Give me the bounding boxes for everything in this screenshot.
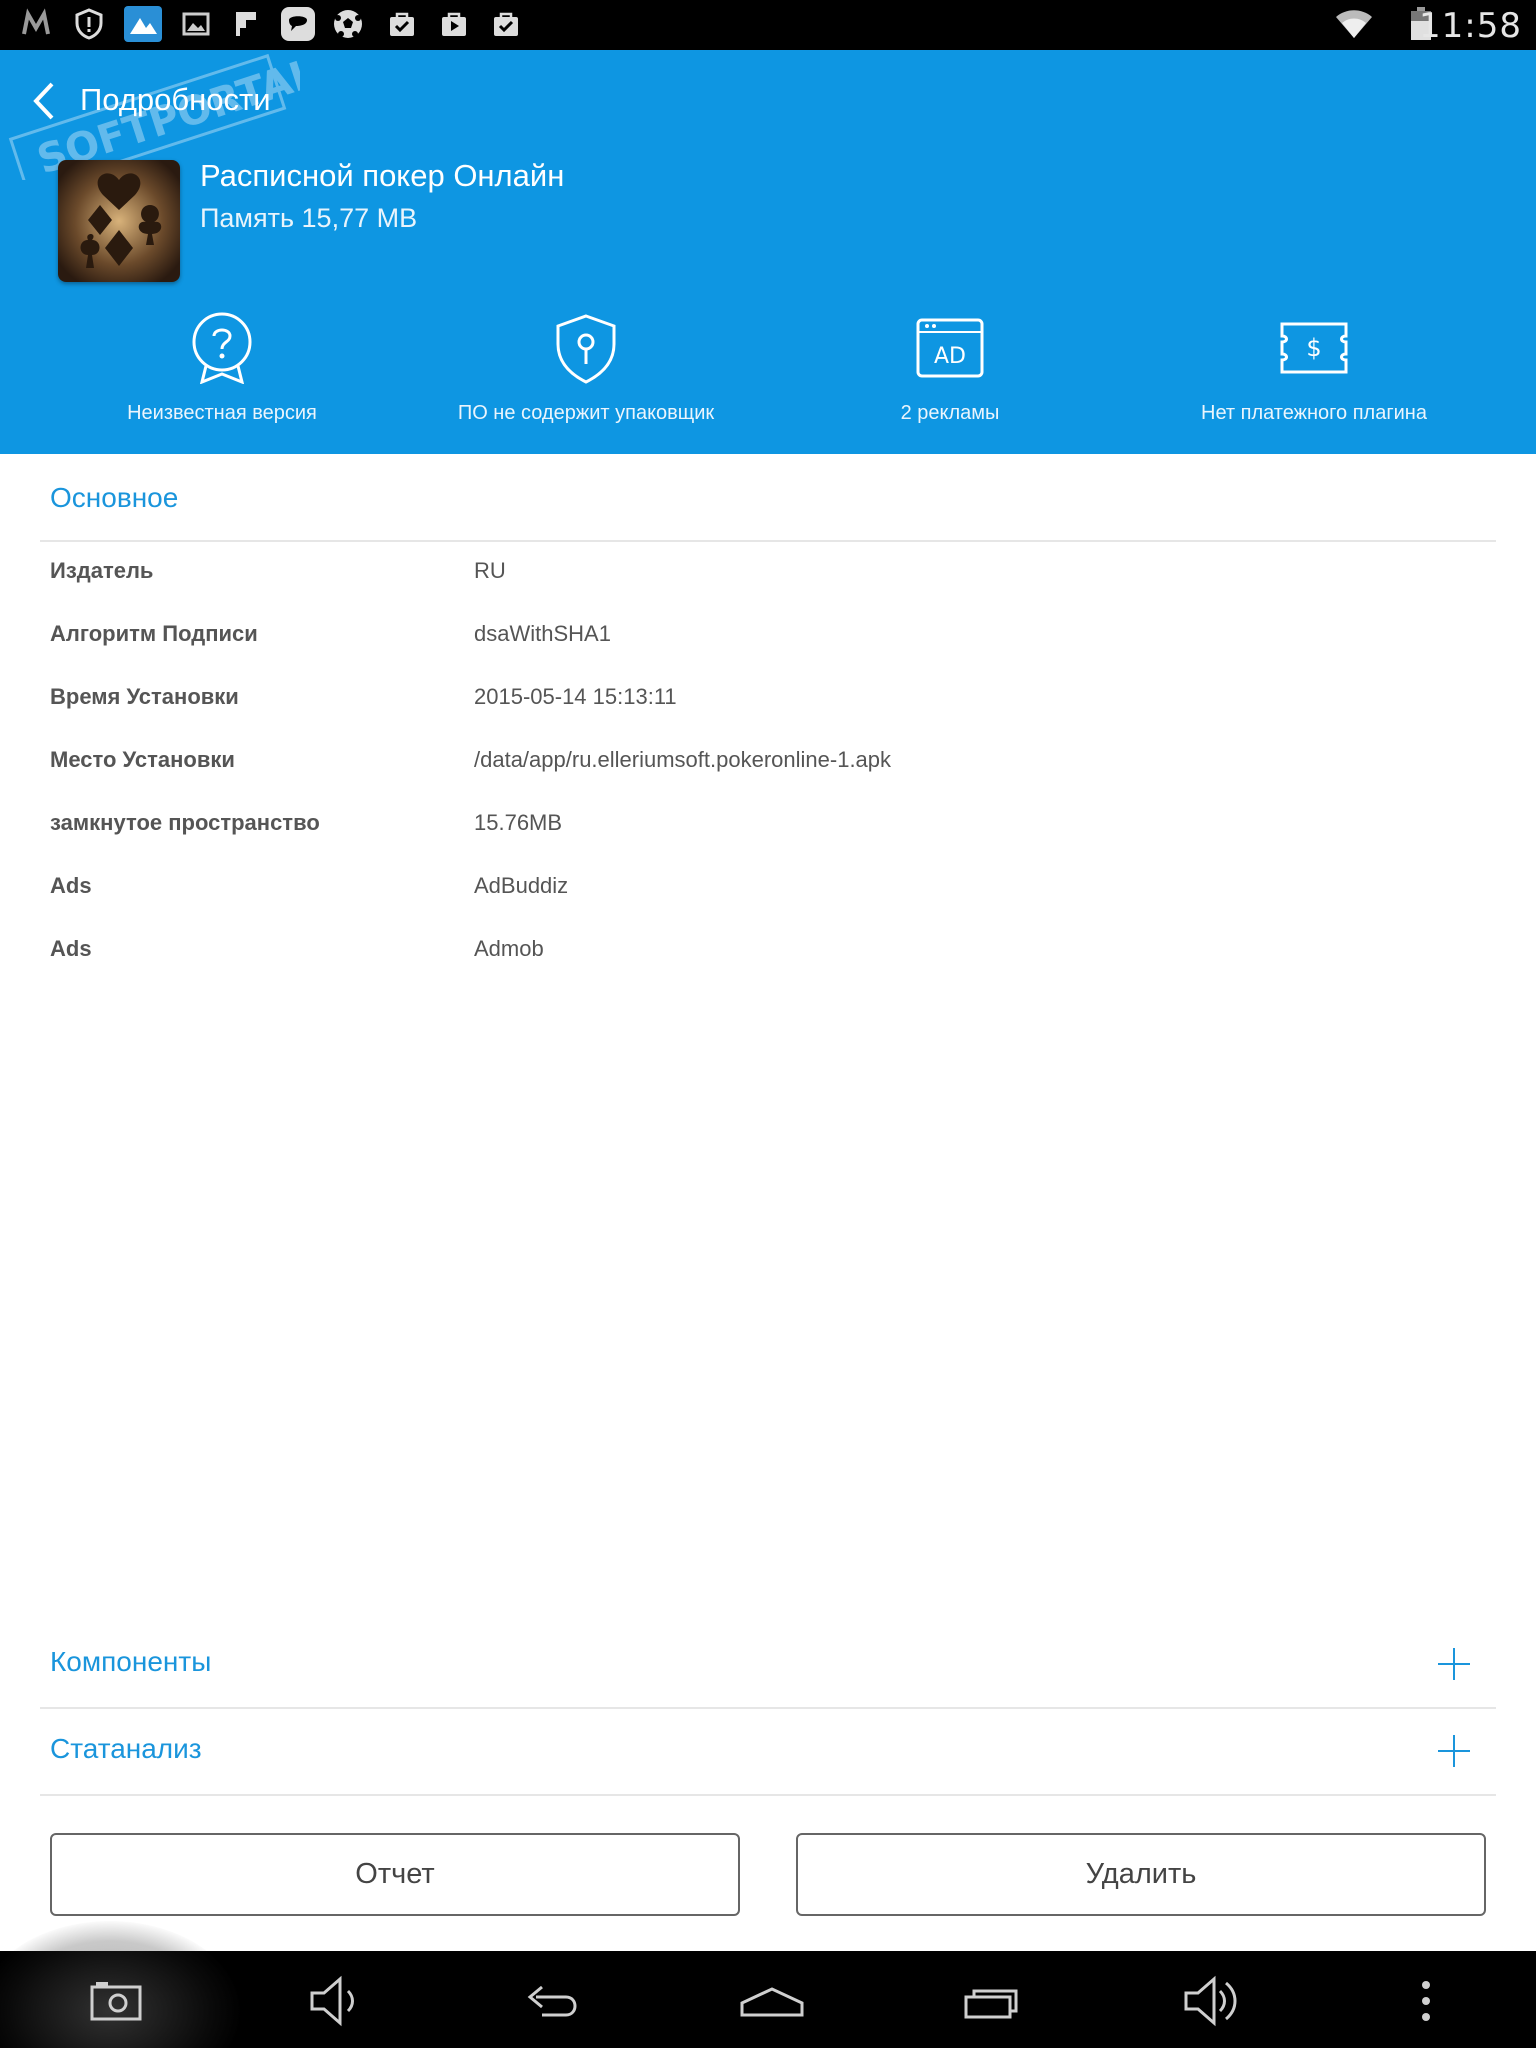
info-key: Алгоритм Подписи xyxy=(50,621,258,646)
chat-app-icon xyxy=(280,6,316,42)
recent-apps-button[interactable] xyxy=(962,1973,1022,2029)
image-icon xyxy=(180,8,212,40)
info-value: /data/app/ru.elleriumsoft.pokeronline-1.… xyxy=(474,747,892,772)
ad-window-icon: AD xyxy=(916,318,984,378)
bag-check-icon xyxy=(490,8,522,40)
back-button[interactable] xyxy=(22,76,72,126)
report-button[interactable]: Отчет xyxy=(50,1833,740,1916)
app-name: Расписной покер Онлайн xyxy=(200,158,565,193)
feature-summary: Неизвестная версия ПО не содержит упаков… xyxy=(0,312,1536,432)
info-key: Издатель xyxy=(50,558,154,583)
divider xyxy=(40,1794,1496,1796)
expand-static-analysis-label: Статанализ xyxy=(50,1733,202,1764)
volume-down-icon xyxy=(310,1975,354,2027)
info-key: Ads xyxy=(50,936,92,961)
overflow-menu-icon xyxy=(1422,1981,1430,2021)
info-row-install-path: Место Установки /data/app/ru.elleriumsof… xyxy=(50,747,1490,787)
shield-key-icon xyxy=(556,314,616,384)
volume-up-icon xyxy=(1184,1975,1237,2027)
feature-ads-label: 2 рекламы xyxy=(900,402,1000,424)
info-row-ads-2: Ads Admob xyxy=(50,936,1490,976)
plus-icon xyxy=(1438,1648,1470,1680)
app-icon xyxy=(58,160,180,282)
clock: 11:58 xyxy=(1419,6,1522,46)
info-key: замкнутое пространство xyxy=(50,810,320,835)
svg-text:$: $ xyxy=(1306,334,1321,362)
navigation-bar xyxy=(0,1921,1536,2048)
delete-button[interactable]: Удалить xyxy=(796,1833,1486,1916)
info-value: AdBuddiz xyxy=(474,873,569,898)
section-title-basic: Основное xyxy=(50,482,179,513)
info-value: 2015-05-14 15:13:11 xyxy=(474,684,677,709)
chevron-left-icon xyxy=(33,82,54,120)
info-value: RU xyxy=(474,558,506,583)
info-row-sandbox: замкнутое пространство 15.76MB xyxy=(50,810,1490,850)
screenshot-button[interactable] xyxy=(86,1973,146,2029)
svg-text:AD: AD xyxy=(934,344,966,369)
info-row-signature: Алгоритм Подписи dsaWithSHA1 xyxy=(50,621,1490,661)
expand-components-label: Компоненты xyxy=(50,1646,212,1677)
feature-payment: $ Нет платежного плагина xyxy=(1134,312,1494,425)
bag-play-icon xyxy=(438,8,470,40)
home-icon xyxy=(740,1987,804,2017)
feature-payment-label: Нет платежного плагина xyxy=(1201,402,1427,424)
expand-static-analysis[interactable]: Статанализ xyxy=(40,1709,1496,1795)
dollar-card-icon: $ xyxy=(1280,322,1348,374)
info-key: Место Установки xyxy=(50,747,235,772)
home-button[interactable] xyxy=(738,1973,806,2029)
info-value: Admob xyxy=(474,936,544,961)
info-key: Ads xyxy=(50,873,92,898)
feature-packer: ПО не содержит упаковщик xyxy=(406,312,766,425)
plus-icon xyxy=(1438,1735,1470,1767)
volume-up-button[interactable] xyxy=(1184,1973,1244,2029)
feature-ads: AD 2 рекламы xyxy=(770,312,1130,425)
info-value: 15.76MB xyxy=(474,810,563,835)
back-nav-button[interactable] xyxy=(522,1973,582,2029)
overflow-menu-button[interactable] xyxy=(1398,1973,1454,2029)
info-row-ads-1: Ads AdBuddiz xyxy=(50,873,1490,913)
screenshot-icon xyxy=(90,1982,142,2021)
feature-packer-label: ПО не содержит упаковщик xyxy=(457,402,715,424)
back-icon xyxy=(527,1985,577,2017)
flipboard-icon xyxy=(230,8,262,40)
feature-version: Неизвестная версия xyxy=(42,312,402,425)
feature-version-label: Неизвестная версия xyxy=(127,402,317,424)
wifi-icon xyxy=(1334,8,1374,40)
app-memory: Память 15,77 MB xyxy=(200,203,418,233)
info-row-publisher: Издатель RU xyxy=(50,558,1490,598)
gallery-app-icon xyxy=(124,6,162,42)
expand-components[interactable]: Компоненты xyxy=(40,1622,1496,1708)
status-bar: 11:58 xyxy=(0,0,1536,50)
bag-check-icon xyxy=(386,8,418,40)
volume-down-button[interactable] xyxy=(306,1973,366,2029)
info-row-install-time: Время Установки 2015-05-14 15:13:11 xyxy=(50,684,1490,724)
recent-apps-icon xyxy=(964,1989,1018,2019)
divider xyxy=(40,540,1496,542)
question-badge-icon xyxy=(192,312,252,384)
shield-alert-icon xyxy=(73,8,105,40)
app-header: SOFTPORTAL Подробности Расписной покер О… xyxy=(0,50,1536,454)
page-title: Подробности xyxy=(80,82,271,117)
info-value: dsaWithSHA1 xyxy=(474,621,611,646)
info-key: Время Установки xyxy=(50,684,239,709)
m-app-icon xyxy=(20,8,52,40)
soccer-ball-icon xyxy=(332,8,364,40)
